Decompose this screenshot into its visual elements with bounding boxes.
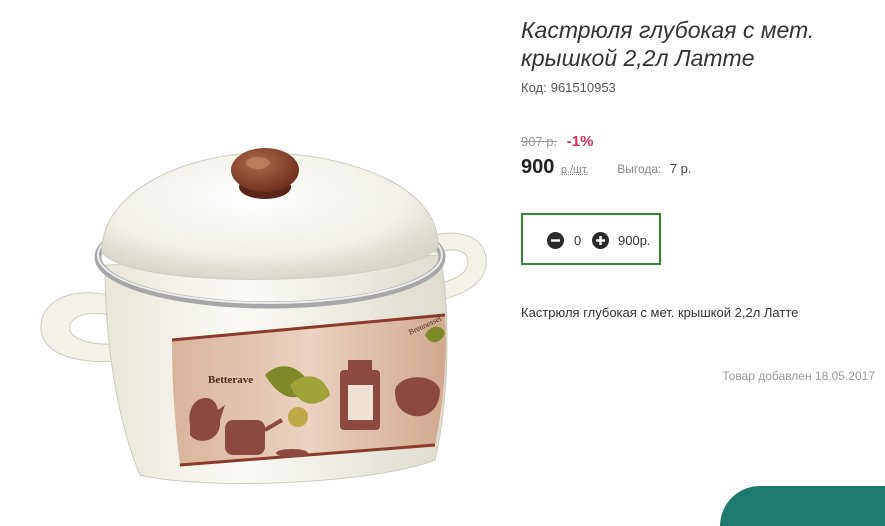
quantity-value: 0 — [574, 233, 582, 248]
price-row: 900 р./шт. Выгода: 7 р. — [521, 156, 692, 179]
product-image: Betterave Brennessel — [40, 148, 487, 484]
old-price-row: 907 р. -1% — [521, 133, 593, 150]
product-code: Код: 961510953 — [521, 80, 620, 95]
discount-badge: -1% — [566, 133, 594, 150]
product-code-value: 961510953 — [550, 80, 616, 95]
band-label-betterave: Betterave — [208, 374, 253, 386]
savings-label: Выгода: — [617, 162, 662, 176]
product-title: Кастрюля глубокая с мет. крышкой 2,2л Ла… — [521, 17, 815, 71]
added-date: Товар добавлен 18.05.2017 — [722, 369, 875, 383]
product-code-label: Код: — [521, 80, 547, 95]
price-unit[interactable]: р./шт. — [561, 164, 589, 176]
corner-decoration — [720, 486, 885, 526]
plus-circle-icon[interactable] — [592, 232, 609, 249]
quantity-selector: 0 900р. — [521, 213, 661, 265]
product-description: Кастрюля глубокая с мет. крышкой 2,2л Ла… — [521, 305, 799, 320]
old-price: 907 р. — [521, 134, 558, 149]
savings-value: 7 р. — [669, 161, 692, 176]
current-price: 900 — [521, 156, 555, 178]
quantity-sum: 900р. — [618, 233, 651, 248]
minus-circle-icon[interactable] — [547, 232, 564, 249]
